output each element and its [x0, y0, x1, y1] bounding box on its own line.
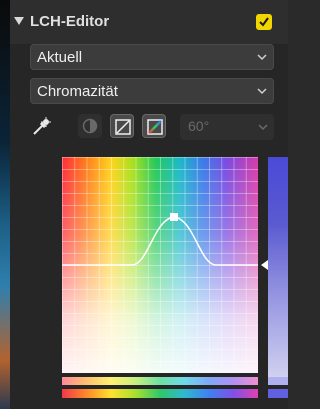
mode-select[interactable]: Chromazität [30, 78, 274, 104]
preset-select[interactable]: Aktuell [30, 44, 274, 70]
chroma-curve-editor[interactable] [62, 157, 258, 373]
background-image-edge [0, 0, 10, 409]
rainbow-slash-icon [147, 119, 163, 135]
split-circle-icon [82, 118, 98, 134]
lch-editor-panel: LCH-Editor Aktuell Chromazität 60° [10, 0, 288, 409]
preset-select-value: Aktuell [37, 49, 83, 66]
panel-title: LCH-Editor [30, 13, 110, 30]
editor-toolbar: 60° [10, 112, 288, 142]
output-hue-bar [62, 377, 258, 385]
enable-checkbox[interactable] [256, 14, 272, 30]
side-input-swatch [268, 389, 288, 398]
hue-preview-strip [268, 157, 288, 377]
chroma-curve [62, 213, 258, 266]
side-output-swatch [268, 377, 288, 385]
eyedropper-icon[interactable] [30, 116, 52, 138]
chevron-down-icon [257, 88, 267, 95]
slash-square-icon [115, 119, 131, 135]
panel-header[interactable]: LCH-Editor [10, 0, 288, 44]
hue-width-select[interactable]: 60° [180, 114, 274, 140]
curve-control-point[interactable] [170, 213, 178, 221]
checkmark-icon [259, 17, 269, 27]
hue-width-value: 60° [188, 118, 210, 134]
collapse-triangle-icon[interactable] [14, 17, 24, 25]
chevron-down-icon [258, 124, 268, 131]
input-hue-bar [62, 389, 258, 398]
chevron-down-icon [257, 54, 267, 61]
chroma-button[interactable] [110, 114, 134, 138]
luminance-button[interactable] [78, 114, 102, 138]
level-marker-arrow[interactable] [261, 260, 268, 270]
hue-button[interactable] [142, 114, 166, 138]
mode-select-value: Chromazität [37, 83, 118, 100]
